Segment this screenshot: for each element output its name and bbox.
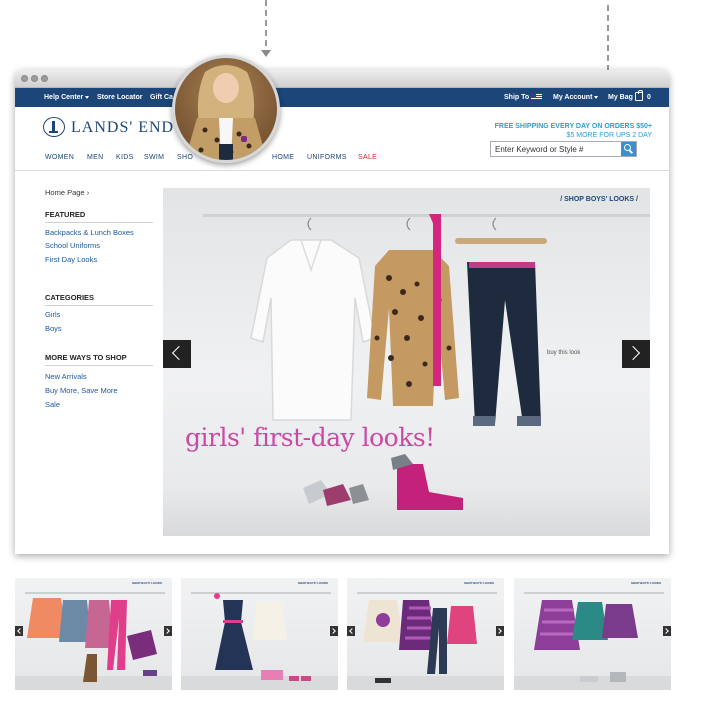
search-box — [490, 141, 637, 157]
hero-caption: girls' first-day looks! — [185, 423, 435, 452]
search-input[interactable] — [491, 142, 621, 156]
lighthouse-logo-icon[interactable] — [43, 117, 65, 137]
down-arrow-icon — [261, 50, 271, 57]
browser-window: Help Center Store Locator Gift Ca Ship T… — [15, 70, 669, 554]
thumb-prev-arrow-icon[interactable] — [347, 626, 355, 636]
sidebar-item-buy-more[interactable]: Buy More, Save More — [45, 386, 118, 395]
sidebar-item-girls[interactable]: Girls — [45, 310, 60, 319]
zoom-photo-girl-leopard-cardigan — [172, 55, 280, 163]
chevron-down-icon — [85, 95, 90, 99]
featured-heading: FEATURED — [45, 210, 86, 219]
look-4-illustration — [534, 600, 638, 682]
sidebar-item-sale[interactable]: Sale — [45, 400, 60, 409]
divider — [45, 305, 153, 306]
sidebar-item-first-day-looks[interactable]: First Day Looks — [45, 255, 97, 264]
carousel-next-button[interactable] — [622, 340, 650, 368]
my-account-link[interactable]: My Account — [553, 94, 599, 101]
thumb-next-arrow-icon[interactable] — [164, 626, 172, 636]
thumb-next-arrow-icon[interactable] — [663, 626, 671, 636]
hero-banner[interactable]: / SHOP BOYS' LOOKS / girls' first-day lo… — [163, 188, 650, 536]
look-3-illustration — [363, 600, 477, 683]
nav-sale[interactable]: SALE — [358, 154, 377, 161]
utility-bar: Help Center Store Locator Gift Ca Ship T… — [15, 88, 669, 107]
girl-photo — [185, 65, 267, 160]
thumbnail-look-3[interactable]: SHOP BOYS' LOOKS — [347, 578, 504, 690]
store-locator-link[interactable]: Store Locator — [97, 94, 143, 101]
carousel-prev-button[interactable] — [163, 340, 191, 368]
buy-this-look-link[interactable]: buy this look — [547, 350, 580, 356]
window-minimize-dot[interactable] — [31, 75, 38, 82]
shopping-bag-icon[interactable] — [635, 90, 643, 101]
nav-women[interactable]: WOMEN — [45, 154, 74, 161]
thumb-prev-arrow-icon[interactable] — [15, 626, 23, 636]
thumbnail-look-2[interactable]: SHOP BOYS' LOOKS — [181, 578, 338, 690]
chevron-down-icon — [594, 95, 599, 99]
chevron-left-icon — [171, 345, 187, 361]
nav-shoes[interactable]: SHO — [177, 154, 193, 161]
chevron-right-icon: › — [86, 188, 90, 197]
free-shipping-promo[interactable]: FREE SHIPPING EVERY DAY ON ORDERS $50+ — [495, 123, 652, 130]
ship-to-link[interactable]: Ship To — [504, 94, 529, 101]
look-1-illustration — [27, 598, 157, 682]
sidebar-item-boys[interactable]: Boys — [45, 324, 62, 333]
thumbnail-look-1[interactable]: SHOP BOYS' LOOKS — [15, 578, 172, 690]
bag-count: 0 — [647, 94, 651, 101]
window-chrome — [15, 70, 669, 88]
sidebar-item-school-uniforms[interactable]: School Uniforms — [45, 241, 100, 250]
site-logo[interactable]: LANDS' END — [71, 119, 174, 137]
divider — [45, 222, 153, 223]
us-flag-icon[interactable] — [531, 93, 542, 100]
sidebar-item-new-arrivals[interactable]: New Arrivals — [45, 372, 87, 381]
nav-men[interactable]: MEN — [87, 154, 103, 161]
categories-heading: CATEGORIES — [45, 293, 95, 302]
nav-uniforms[interactable]: UNIFORMS — [307, 154, 347, 161]
my-bag-link[interactable]: My Bag — [608, 94, 633, 101]
nav-swim[interactable]: SWIM — [144, 154, 164, 161]
gift-cards-link[interactable]: Gift Ca — [150, 94, 173, 101]
more-ways-heading: MORE WAYS TO SHOP — [45, 353, 127, 362]
breadcrumb[interactable]: Home Page › — [45, 188, 89, 197]
outfit-illustration — [203, 214, 650, 510]
dashed-indicator-line-right — [607, 5, 609, 71]
window-maximize-dot[interactable] — [41, 75, 48, 82]
nav-home[interactable]: HOME — [272, 154, 294, 161]
divider — [45, 365, 153, 366]
ups-promo[interactable]: $5 MORE FOR UPS 2 DAY — [567, 132, 652, 139]
look-2-illustration — [214, 593, 311, 681]
window-close-dot[interactable] — [21, 75, 28, 82]
help-center-link[interactable]: Help Center — [44, 94, 90, 101]
dashed-indicator-line-left — [265, 0, 267, 46]
chevron-right-icon — [625, 345, 641, 361]
thumbnail-look-4[interactable]: SHOP BOYS' LOOKS — [514, 578, 671, 690]
sidebar-item-backpacks[interactable]: Backpacks & Lunch Boxes — [45, 228, 134, 237]
thumb-next-arrow-icon[interactable] — [330, 626, 338, 636]
search-button[interactable] — [621, 142, 636, 156]
nav-kids[interactable]: KIDS — [116, 154, 134, 161]
thumb-next-arrow-icon[interactable] — [496, 626, 504, 636]
site-header: LANDS' END FREE SHIPPING EVERY DAY ON OR… — [15, 107, 669, 171]
